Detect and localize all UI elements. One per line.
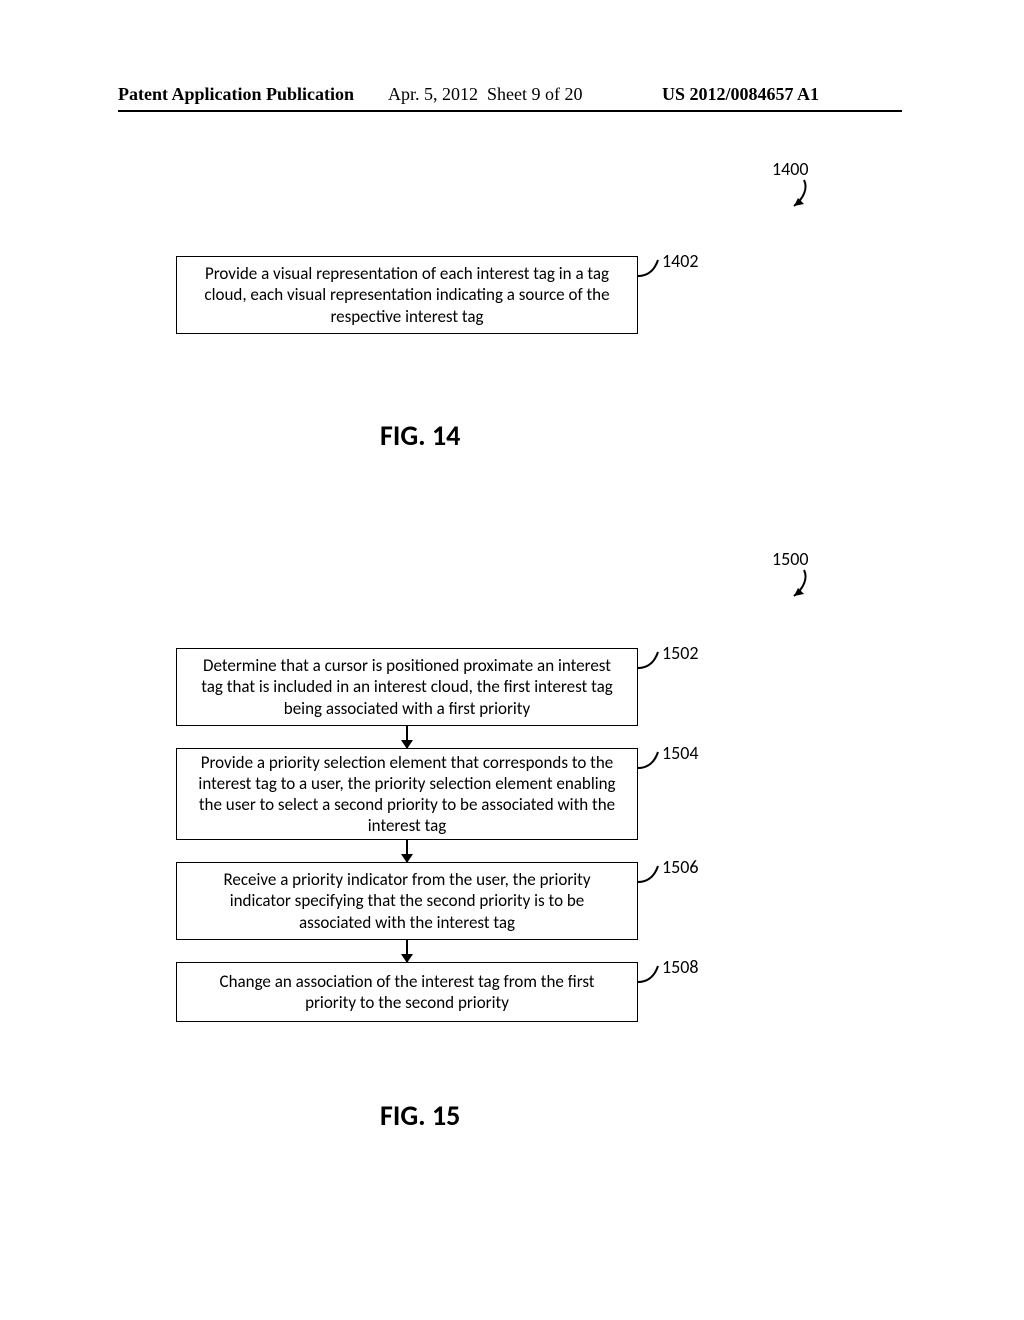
header-rule: [118, 110, 902, 112]
flow-step-1506: Receive a priority indicator from the us…: [176, 862, 638, 940]
flow-step-1508: Change an association of the interest ta…: [176, 962, 638, 1022]
ref-leader-hook-icon: [638, 964, 664, 986]
ref-label-1508: 1508: [662, 956, 699, 978]
ref-label-1506: 1506: [662, 856, 699, 878]
flow-arrow-icon: [406, 726, 408, 748]
flow-step-text: Provide a priority selection element tha…: [195, 752, 619, 837]
flow-arrow-icon: [406, 940, 408, 962]
ref-leader-hook-icon: [638, 864, 664, 886]
header-date: Apr. 5, 2012: [388, 84, 478, 104]
flow-step-1402: Provide a visual representation of each …: [176, 256, 638, 334]
figure-caption-15: FIG. 15: [380, 1098, 460, 1133]
flow-step-text: Provide a visual representation of each …: [195, 263, 619, 327]
ref-leader-hook-icon: [638, 750, 664, 772]
flow-arrow-icon: [406, 840, 408, 862]
ref-label-1500: 1500: [772, 548, 809, 570]
ref-label-1400: 1400: [772, 158, 809, 180]
ref-label-1402: 1402: [662, 250, 699, 272]
flow-step-text: Change an association of the interest ta…: [195, 971, 619, 1014]
header-publication-type: Patent Application Publication: [118, 84, 354, 105]
ref-leader-arrow-icon: [790, 568, 820, 604]
figure-caption-14: FIG. 14: [380, 418, 460, 453]
ref-label-1504: 1504: [662, 742, 699, 764]
ref-leader-hook-icon: [638, 258, 664, 280]
ref-leader-hook-icon: [638, 650, 664, 672]
header-doc-number: US 2012/0084657 A1: [662, 84, 819, 105]
flow-step-1504: Provide a priority selection element tha…: [176, 748, 638, 840]
patent-drawing-page: Patent Application Publication Apr. 5, 2…: [0, 0, 1024, 1320]
header-sheet: Sheet 9 of 20: [487, 84, 582, 104]
ref-leader-arrow-icon: [790, 178, 820, 214]
flow-step-text: Determine that a cursor is positioned pr…: [195, 655, 619, 719]
flow-step-text: Receive a priority indicator from the us…: [195, 869, 619, 933]
header-date-sheet: Apr. 5, 2012 Sheet 9 of 20: [388, 84, 582, 105]
flow-step-1502: Determine that a cursor is positioned pr…: [176, 648, 638, 726]
ref-label-1502: 1502: [662, 642, 699, 664]
page-header: Patent Application Publication Apr. 5, 2…: [0, 84, 1024, 110]
